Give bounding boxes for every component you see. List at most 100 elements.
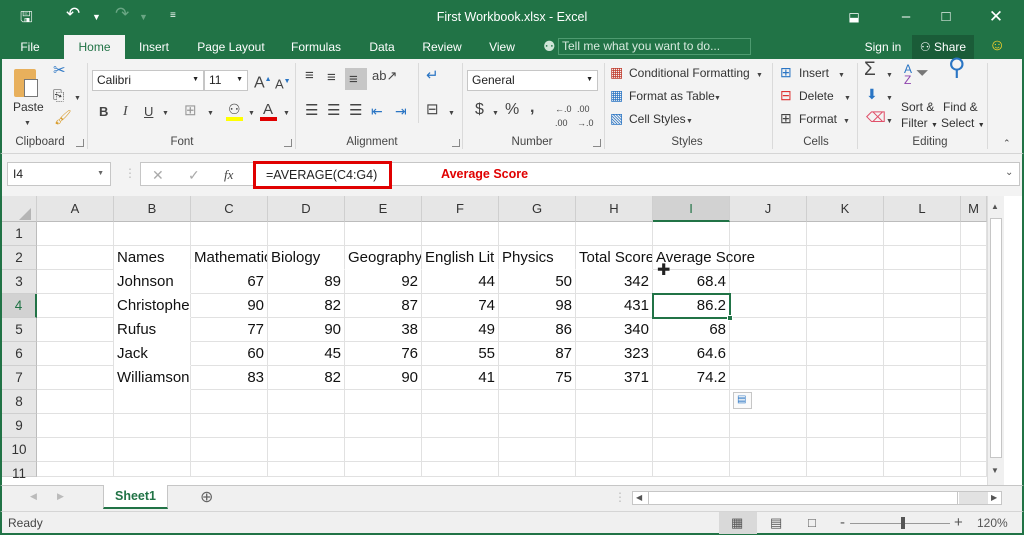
scroll-right-icon[interactable]: ▶	[991, 493, 997, 502]
name-cell[interactable]: Rufus	[114, 318, 191, 342]
bottom-align-button[interactable]: ≡	[345, 68, 367, 90]
copy-dropdown-icon[interactable]: ▼	[74, 92, 81, 106]
cell-e10[interactable]	[345, 438, 422, 462]
cell-l7[interactable]	[884, 366, 961, 390]
value-cell[interactable]: 77	[191, 318, 268, 342]
value-cell[interactable]: 323	[576, 342, 653, 366]
tab-file[interactable]: File	[12, 35, 48, 59]
sheet-tab-sheet1[interactable]: Sheet1	[103, 485, 168, 509]
cell-j9[interactable]	[730, 414, 807, 438]
zoom-level[interactable]: 120%	[977, 516, 1008, 530]
cell-e11[interactable]	[345, 462, 422, 477]
format-cells-icon[interactable]: ⊞	[780, 111, 792, 125]
conditional-formatting-button[interactable]: Conditional Formatting	[629, 66, 750, 80]
sort-filter-label[interactable]: Sort &	[901, 100, 934, 114]
cell-l3[interactable]	[884, 270, 961, 294]
tell-me-input[interactable]: Tell me what you want to do...	[558, 38, 751, 55]
cell-e1[interactable]	[345, 222, 422, 246]
value-cell[interactable]: 98	[499, 294, 576, 318]
cell-i8[interactable]	[653, 390, 730, 414]
cell-styles-icon[interactable]: ▧	[610, 111, 623, 125]
find-select-label[interactable]: Find &	[943, 100, 978, 114]
header-cell[interactable]: Mathematics	[191, 246, 268, 270]
cell-l2[interactable]	[884, 246, 961, 270]
currency-dropdown-icon[interactable]: ▼	[492, 107, 499, 121]
wrap-text-icon[interactable]: ↵	[426, 68, 439, 83]
cell-k10[interactable]	[807, 438, 884, 462]
enter-check-icon[interactable]: ✓	[188, 167, 200, 184]
value-cell[interactable]: 340	[576, 318, 653, 342]
column-header-a[interactable]: A	[37, 196, 114, 222]
maximize-button[interactable]: □	[932, 5, 960, 29]
insert-function-icon[interactable]: fx	[224, 167, 233, 183]
cell-i11[interactable]	[653, 462, 730, 477]
drag-handle-icon[interactable]: ⋮	[124, 166, 136, 180]
header-cell[interactable]: Geography	[345, 246, 422, 270]
cell-b9[interactable]	[114, 414, 191, 438]
value-cell[interactable]: 74	[422, 294, 499, 318]
cell-m2[interactable]	[961, 246, 987, 270]
cell-k4[interactable]	[807, 294, 884, 318]
cell-j10[interactable]	[730, 438, 807, 462]
row-header-8[interactable]: 8	[2, 390, 37, 414]
cell-f10[interactable]	[422, 438, 499, 462]
header-cell[interactable]: Physics	[499, 246, 576, 270]
cell-m8[interactable]	[961, 390, 987, 414]
cell-m9[interactable]	[961, 414, 987, 438]
value-cell[interactable]: 89	[268, 270, 345, 294]
cell-j6[interactable]	[730, 342, 807, 366]
underline-dropdown-icon[interactable]: ▼	[162, 107, 169, 121]
cell-e9[interactable]	[345, 414, 422, 438]
cell-k2[interactable]	[807, 246, 884, 270]
value-cell[interactable]: 90	[345, 366, 422, 390]
cell-a9[interactable]	[37, 414, 114, 438]
select-all-button[interactable]	[2, 196, 37, 222]
cell-k7[interactable]	[807, 366, 884, 390]
cancel-icon[interactable]: ✕	[152, 167, 164, 184]
page-layout-view-icon[interactable]: ▤	[770, 515, 782, 531]
sort-filter-label-2[interactable]: Filter ▼	[901, 116, 938, 130]
cell-b11[interactable]	[114, 462, 191, 477]
column-header-d[interactable]: D	[268, 196, 345, 222]
cut-icon[interactable]: ✂	[53, 63, 66, 78]
value-cell[interactable]: 74.2	[653, 366, 730, 390]
column-header-e[interactable]: E	[345, 196, 422, 222]
align-left-icon[interactable]: ☰	[305, 103, 318, 118]
column-header-f[interactable]: F	[422, 196, 499, 222]
cell-j5[interactable]	[730, 318, 807, 342]
column-header-g[interactable]: G	[499, 196, 576, 222]
next-sheet-icon[interactable]: ▶	[57, 491, 64, 502]
row-header-10[interactable]: 10	[2, 438, 37, 462]
cell-a1[interactable]	[37, 222, 114, 246]
zoom-slider-thumb[interactable]	[901, 517, 905, 529]
cell-h9[interactable]	[576, 414, 653, 438]
cell-k5[interactable]	[807, 318, 884, 342]
value-cell[interactable]: 49	[422, 318, 499, 342]
cell-m1[interactable]	[961, 222, 987, 246]
align-center-icon[interactable]: ☰	[327, 103, 340, 118]
cell-a6[interactable]	[37, 342, 114, 366]
cell-g10[interactable]	[499, 438, 576, 462]
value-cell[interactable]: 44	[422, 270, 499, 294]
clipboard-launcher-icon[interactable]	[76, 139, 84, 147]
cell-f11[interactable]	[422, 462, 499, 477]
increase-indent-icon[interactable]: ⇥	[395, 104, 407, 118]
row-header-7[interactable]: 7	[2, 366, 37, 390]
cell-a5[interactable]	[37, 318, 114, 342]
sort-filter-icon[interactable]: AZ	[904, 63, 912, 86]
cell-m3[interactable]	[961, 270, 987, 294]
value-cell[interactable]: 38	[345, 318, 422, 342]
top-align-icon[interactable]: ≡	[305, 68, 314, 83]
cell-k1[interactable]	[807, 222, 884, 246]
close-button[interactable]: ✕	[982, 5, 1010, 29]
column-header-h[interactable]: H	[576, 196, 653, 222]
cell-f9[interactable]	[422, 414, 499, 438]
vertical-scroll-thumb[interactable]	[990, 218, 1002, 458]
cell-d9[interactable]	[268, 414, 345, 438]
feedback-smiley-icon[interactable]: ☺	[989, 37, 1005, 55]
column-header-b[interactable]: B	[114, 196, 191, 222]
merge-center-icon[interactable]: ⊟	[426, 102, 439, 117]
column-header-m[interactable]: M	[961, 196, 987, 222]
name-cell[interactable]: Jack	[114, 342, 191, 366]
merge-dropdown-icon[interactable]: ▼	[448, 107, 455, 121]
